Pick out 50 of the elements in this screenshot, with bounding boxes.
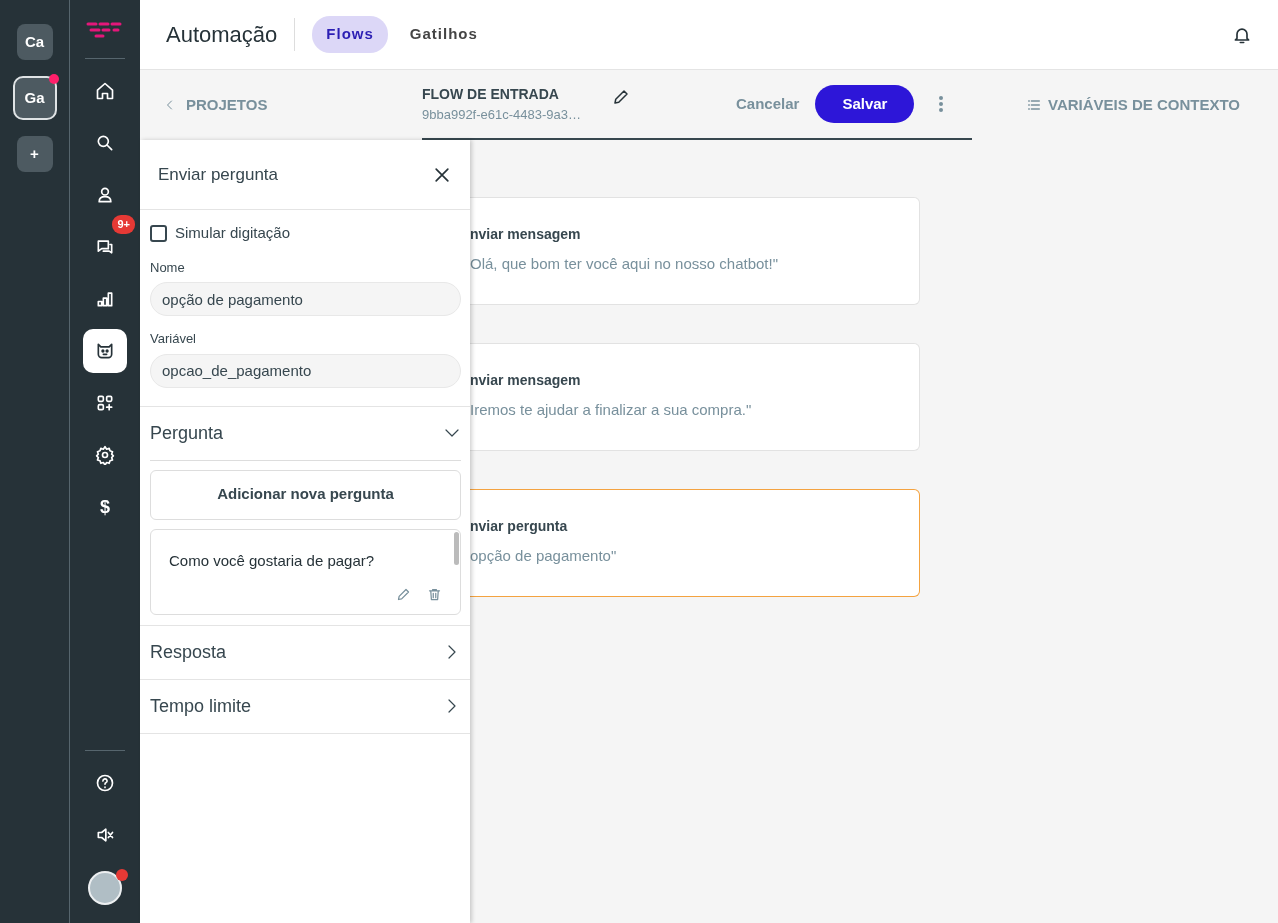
question-text: Como você gostaria de pagar? [169,550,376,571]
help-icon [95,773,115,793]
panel-title: Enviar pergunta [158,163,279,186]
trash-icon[interactable] [427,587,442,602]
section-header[interactable]: Pergunta [140,406,470,460]
search-icon [95,133,115,153]
page-title: Automação [166,18,296,51]
save-button[interactable]: Salvar [815,84,915,124]
flow-name: FLOW DE ENTRADA [422,84,560,104]
bar-chart-icon [95,289,115,309]
flow-node-card[interactable]: nviar pergunta opção de pagamento" [470,489,920,597]
apps-icon [95,393,115,413]
chat-icon [95,237,115,257]
node-title: nviar pergunta [470,517,569,536]
flow-node-card[interactable]: nviar mensagem Iremos te ajudar a finalizar a sua compra." [470,343,920,451]
person-icon [95,185,115,205]
settings-icon [95,445,115,465]
node-text: opção de pagamento" [470,546,618,566]
tab[interactable]: Gatilhos [395,16,492,53]
checkbox[interactable] [150,224,167,242]
pencil-icon[interactable] [612,88,630,106]
text-field[interactable]: opção de pagamento [150,282,461,316]
more-options-icon[interactable] [938,95,945,113]
tab[interactable]: Flows [312,16,388,53]
robot-nav-button[interactable] [83,329,127,373]
scrollbar-thumb [454,531,459,565]
field-label: Nome [150,258,186,277]
avatar[interactable] [88,871,122,905]
dollar-nav-button[interactable]: $ [83,485,127,529]
notification-badge: 9+ [112,215,135,234]
speaker-muted-icon [95,825,115,845]
list-icon [1026,97,1042,113]
field-label: Variável [150,330,197,348]
robot-icon [95,341,115,361]
flow-id: 9bba992f-e61c-4483-9a3… [422,105,582,124]
workspace-button[interactable]: + [16,136,53,172]
home-icon [95,81,115,101]
text-field[interactable]: opcao_de_pagamento [150,353,461,388]
node-title: nviar mensagem [470,371,582,390]
node-title: nviar mensagem [470,225,582,244]
workspace-button[interactable]: Ca [16,24,53,60]
node-text: Olá, que bom ter você aqui no nosso chatbot!" [470,254,779,274]
workspace-button[interactable]: Ga [12,76,57,120]
node-text: Iremos te ajudar a finalizar a sua compra." [470,400,753,420]
checkbox-label: Simular digitação [175,223,291,243]
add-question-button[interactable]: Adicionar nova pergunta [150,469,461,520]
logo-icon [86,22,124,40]
section-header[interactable]: Tempo limite [140,679,470,733]
flow-node-card[interactable]: nviar mensagem Olá, que bom ter você aqui no nosso chatbot!" [470,197,920,305]
section-header[interactable]: Resposta [140,625,470,679]
